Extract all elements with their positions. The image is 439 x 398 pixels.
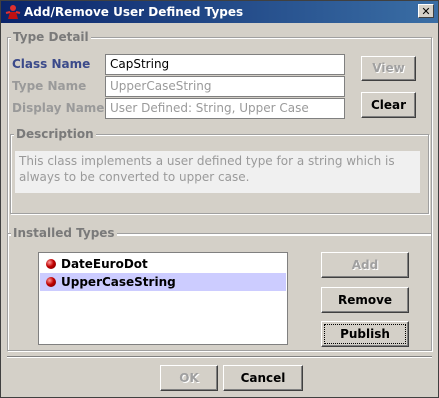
display-name-label: Display Name	[12, 101, 105, 115]
add-button[interactable]: Add	[321, 252, 409, 278]
publish-button[interactable]: Publish	[321, 321, 409, 347]
clear-button[interactable]: Clear	[361, 92, 416, 118]
cancel-button[interactable]: Cancel	[223, 365, 303, 391]
list-item-label: UpperCaseString	[61, 275, 176, 289]
red-figure-icon	[5, 5, 21, 19]
type-name-field[interactable]: UpperCaseString	[105, 76, 345, 97]
list-item-selected[interactable]: UpperCaseString	[40, 273, 286, 291]
remove-button[interactable]: Remove	[321, 287, 409, 313]
type-detail-title: Type Detail	[11, 30, 91, 44]
type-detail-group: Type Detail Class Name CapString View Ty…	[7, 30, 432, 235]
installed-types-title: Installed Types	[11, 226, 117, 240]
description-title: Description	[14, 127, 96, 141]
close-icon: ✕	[421, 5, 431, 18]
footer-separator	[7, 356, 432, 358]
type-name-label: Type Name	[12, 79, 87, 93]
add-remove-types-dialog: Add/Remove User Defined Types ✕ Type Det…	[0, 0, 439, 398]
close-button[interactable]: ✕	[418, 4, 434, 18]
description-line-1: This class implements a user defined typ…	[19, 154, 395, 168]
class-name-field[interactable]: CapString	[105, 54, 345, 75]
red-ball-icon	[46, 259, 56, 269]
view-button[interactable]: View	[361, 56, 416, 81]
list-item-label: DateEuroDot	[61, 257, 148, 271]
description-text: This class implements a user defined typ…	[15, 151, 420, 193]
window-title: Add/Remove User Defined Types	[24, 5, 244, 19]
title-bar[interactable]: Add/Remove User Defined Types ✕	[1, 1, 438, 23]
class-name-label: Class Name	[12, 57, 91, 71]
red-ball-icon	[46, 277, 56, 287]
description-line-2: always to be converted to upper case.	[19, 170, 250, 184]
installed-types-list[interactable]: DateEuroDot UpperCaseString	[38, 252, 288, 345]
list-item[interactable]: DateEuroDot	[40, 255, 286, 273]
ok-button[interactable]: OK	[160, 365, 218, 391]
display-name-field[interactable]: User Defined: String, Upper Case	[105, 98, 345, 119]
